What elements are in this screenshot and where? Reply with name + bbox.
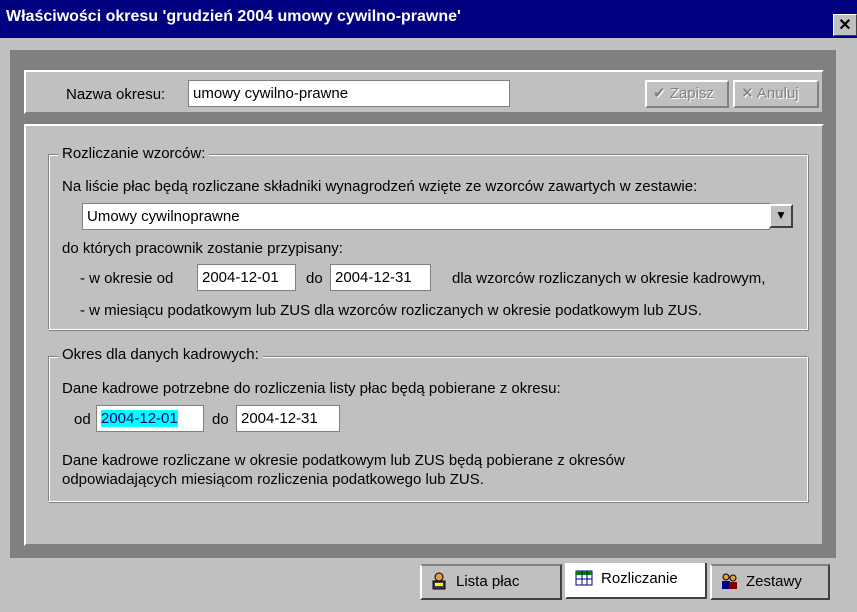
tab-rozliczanie[interactable]: Rozliczanie	[565, 563, 707, 599]
kadrowe-legend: Okres dla danych kadrowych:	[58, 346, 263, 363]
tab-rozliczanie-label: Rozliczanie	[601, 570, 678, 587]
save-label: Zapisz	[669, 85, 714, 102]
period-to-label: do	[306, 270, 323, 287]
close-button[interactable]: ✕	[833, 14, 857, 36]
title-bar[interactable]: Właściwości okresu 'grudzień 2004 umowy …	[0, 0, 857, 38]
kadrowe-note-line1: Dane kadrowe rozliczane w okresie podatk…	[62, 452, 625, 469]
spreadsheet-icon	[575, 570, 593, 586]
name-label: Nazwa okresu:	[66, 86, 166, 103]
period-from-input[interactable]: 2004-12-01	[197, 264, 296, 291]
kadrowe-to-label: do	[212, 411, 229, 428]
kadrowe-to-input[interactable]: 2004-12-31	[236, 405, 340, 432]
tab-zestawy[interactable]: Zestawy	[710, 564, 830, 600]
zestaw-dropdown-button[interactable]: ▼	[769, 204, 793, 228]
period-suffix: dla wzorców rozliczanych w okresie kadro…	[452, 270, 766, 287]
tab-zestawy-label: Zestawy	[746, 573, 802, 590]
chevron-down-icon: ▼	[775, 208, 787, 222]
person-icon	[432, 572, 446, 590]
tax-line: - w miesiącu podatkowym lub ZUS dla wzor…	[80, 302, 702, 319]
kadrowe-intro: Dane kadrowe potrzebne do rozliczenia li…	[62, 380, 561, 397]
cancel-label: Anuluj	[756, 85, 799, 102]
x-icon: ✕	[741, 85, 754, 102]
kadrowe-from-selected-text: 2004-12-01	[101, 410, 178, 427]
tab-lista-plac-label: Lista płac	[456, 573, 520, 590]
kadrowe-from-label: od	[74, 411, 91, 428]
save-button[interactable]: ✔ Zapisz	[645, 80, 729, 108]
period-prefix: - w okresie od	[80, 270, 174, 287]
rozliczanie-intro: Na liście płac będą rozliczane składniki…	[62, 178, 698, 195]
check-icon: ✔	[653, 85, 666, 102]
assign-text: do których pracownik zostanie przypisany…	[62, 240, 343, 257]
name-input[interactable]: umowy cywilno-prawne	[188, 80, 510, 107]
window-title: Właściwości okresu 'grudzień 2004 umowy …	[6, 8, 461, 25]
cancel-button[interactable]: ✕ Anuluj	[733, 80, 819, 108]
close-icon: ✕	[838, 17, 852, 34]
people-group-icon	[722, 573, 737, 590]
zestaw-select[interactable]: Umowy cywilnoprawne	[82, 203, 770, 230]
kadrowe-from-input[interactable]: 2004-12-01	[96, 405, 204, 432]
period-to-input[interactable]: 2004-12-31	[330, 264, 431, 291]
kadrowe-note-line2: odpowiadających miesiącom rozliczenia po…	[62, 471, 484, 488]
tab-lista-plac[interactable]: Lista płac	[420, 564, 562, 600]
rozliczanie-legend: Rozliczanie wzorców:	[58, 145, 210, 162]
